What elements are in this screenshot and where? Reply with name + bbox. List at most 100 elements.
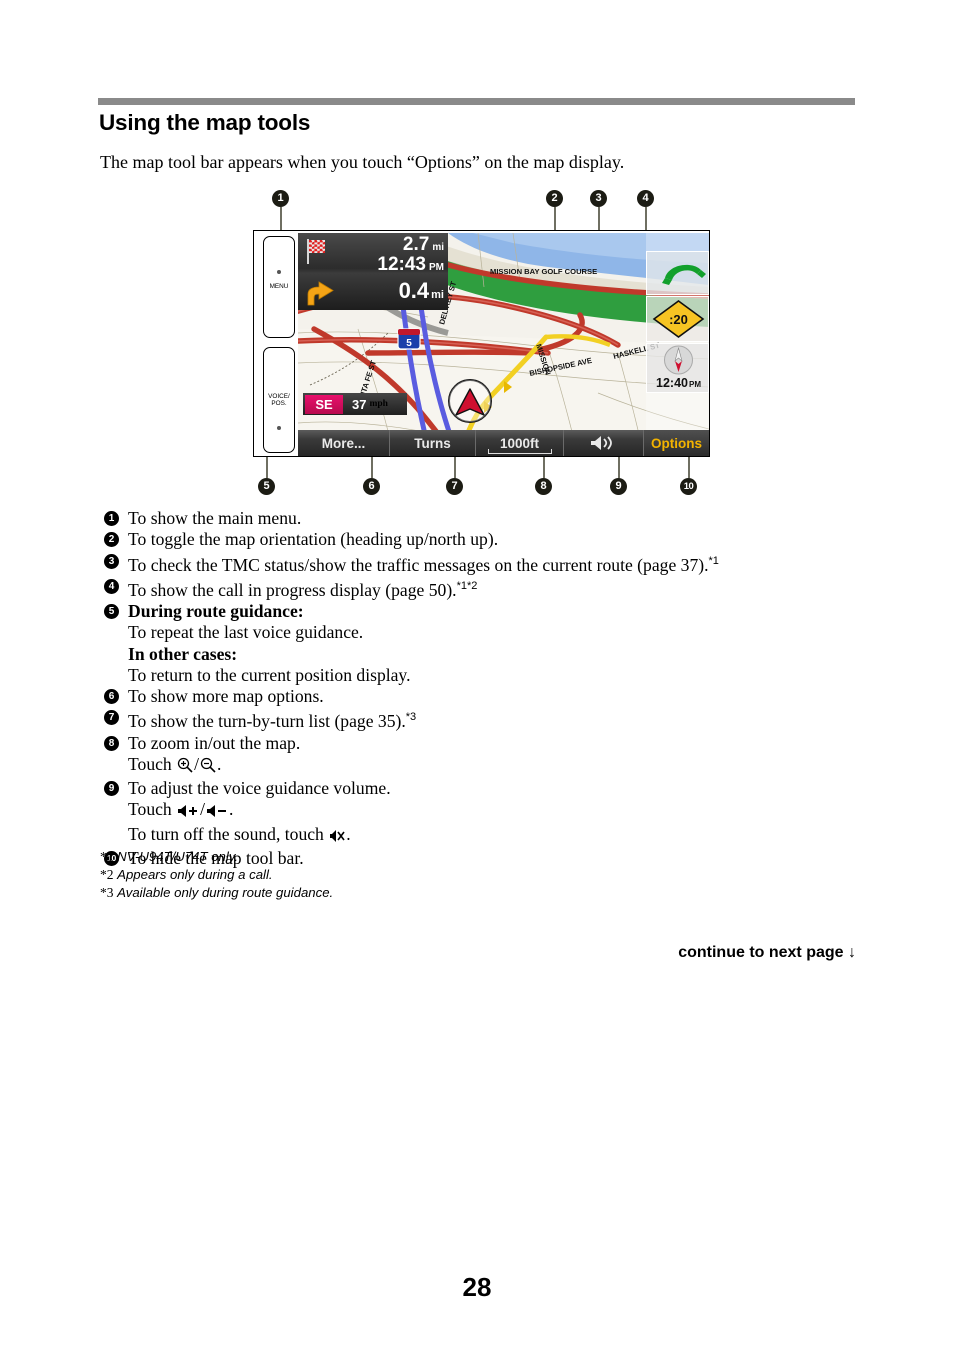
next-turn-distance: 0.4 mi xyxy=(346,278,444,304)
list-item-subheading: In other cases: xyxy=(128,643,238,664)
leader-line-9 xyxy=(618,457,620,478)
leader-line-4 xyxy=(645,207,647,230)
eta-display: 12:43 PM xyxy=(328,254,444,276)
list-bullet-4: 4 xyxy=(104,578,119,594)
destination-distance-unit: mi xyxy=(432,242,444,253)
toolbar-more-button[interactable]: More... xyxy=(298,430,390,456)
callout-2: 2 xyxy=(546,190,563,207)
list-bullet-1: 1 xyxy=(104,511,119,526)
list-item: 5 During route guidance: xyxy=(104,601,864,622)
list-item-text: To toggle the map orientation (heading u… xyxy=(128,529,499,550)
footnote-marker: *2 xyxy=(100,867,114,882)
footnote-1: *1 NV-U94T/U74T only. xyxy=(100,848,700,866)
turn-right-arrow-icon xyxy=(306,281,336,306)
navigation-device: MENU VOICE/ POS. 5 DEL REY ST SANTA FE S… xyxy=(253,230,710,457)
list-item-text: To show the turn-by-turn list (page 35). xyxy=(128,711,406,732)
voice-anchor-dot xyxy=(277,426,281,430)
next-turn-distance-value: 0.4 xyxy=(398,278,430,303)
speaker-icon xyxy=(590,436,612,450)
clock-compass-widget[interactable]: 12:40PM xyxy=(646,343,709,393)
list-item: 2 To toggle the map orientation (heading … xyxy=(104,529,864,550)
compass-icon xyxy=(664,345,693,375)
destination-distance-value: 2.7 xyxy=(402,234,430,255)
list-bullet-5: 5 xyxy=(104,603,119,619)
figure-map-tools: 1 2 3 4 5 6 7 8 9 10 MENU VOICE/ POS. 5 … xyxy=(240,190,710,500)
device-screen[interactable]: 5 5 DEL REY ST SANTA FE ST xyxy=(298,233,709,456)
list-item-text: To show the main menu. xyxy=(128,508,302,528)
list-item-heading: During route guidance: xyxy=(128,600,304,621)
footnote-ref: *1*2 xyxy=(456,579,478,592)
touch-label: Touch xyxy=(128,753,172,774)
mute-period: . xyxy=(346,823,351,844)
zoom-in-icon xyxy=(177,757,193,778)
svg-text:5: 5 xyxy=(406,338,412,349)
clock-ampm: PM xyxy=(688,380,701,389)
map-label-mission-bay-golf-course: MISSION BAY GOLF COURSE xyxy=(490,267,597,276)
hardware-button-voice-label-1: VOICE/ xyxy=(268,392,290,400)
list-item-subline: Touch / . xyxy=(104,754,864,778)
continue-notice: continue to next page ↓ xyxy=(0,944,856,962)
volume-up-icon xyxy=(177,802,199,823)
list-bullet-7: 7 xyxy=(104,710,119,726)
leader-line-1 xyxy=(280,207,282,230)
list-item-text: To adjust the voice guidance volume. xyxy=(128,778,391,799)
destination-row: 2.7 mi 12:43 PM xyxy=(298,233,448,277)
call-in-progress-widget[interactable] xyxy=(646,251,709,295)
destination-distance: 2.7 mi xyxy=(346,234,444,256)
map-tool-bar: More... Turns 1000ft Options xyxy=(298,430,709,456)
leader-line-8 xyxy=(543,457,545,478)
next-turn-distance-unit: mi xyxy=(431,289,444,301)
hardware-button-voice-pos[interactable]: VOICE/ POS. xyxy=(263,347,295,453)
callout-8: 8 xyxy=(535,478,552,495)
menu-anchor-dot xyxy=(277,270,281,274)
footnote-3: *3 Available only during route guidance. xyxy=(100,884,700,902)
list-item: 9 To adjust the voice guidance volume. xyxy=(104,778,864,799)
toolbar-scale-button[interactable]: 1000ft xyxy=(476,430,564,456)
toolbar-turns-button[interactable]: Turns xyxy=(390,430,476,456)
footnote-marker: *3 xyxy=(100,885,114,900)
callout-1: 1 xyxy=(272,190,289,207)
heading-direction: SE xyxy=(305,394,343,414)
hardware-button-voice-label-2: POS. xyxy=(271,400,287,407)
list-bullet-6: 6 xyxy=(104,689,119,705)
touch-separator: / xyxy=(200,799,206,820)
down-arrow-icon: ↓ xyxy=(848,944,856,961)
list-item: 4 To show the call in progress display (p… xyxy=(104,576,864,601)
list-bullet-9: 9 xyxy=(104,781,119,797)
toolbar-options-button[interactable]: Options xyxy=(644,430,709,456)
page-number: 28 xyxy=(462,1272,492,1302)
mute-label: To turn off the sound, touch xyxy=(128,823,324,844)
hardware-button-menu-label: MENU xyxy=(269,283,289,291)
callout-9: 9 xyxy=(610,478,627,495)
toolbar-volume-button[interactable] xyxy=(564,430,644,456)
mute-icon xyxy=(329,827,345,848)
callout-10: 10 xyxy=(680,478,697,495)
continue-label: continue to next page xyxy=(678,944,844,961)
intro-paragraph: The map tool bar appears when you touch … xyxy=(100,152,625,172)
scale-bar-icon xyxy=(488,449,552,454)
list-item-text: To zoom in/out the map. xyxy=(128,732,301,753)
leader-line-5 xyxy=(266,457,268,478)
hardware-button-menu[interactable]: MENU xyxy=(263,236,295,338)
list-item: 7 To show the turn-by-turn list (page 35)… xyxy=(104,707,864,732)
volume-down-icon xyxy=(206,802,228,823)
manual-page: Using the map tools The map tool bar app… xyxy=(0,0,954,1352)
callout-4: 4 xyxy=(637,190,654,207)
callout-7: 7 xyxy=(446,478,463,495)
list-bullet-3: 3 xyxy=(104,553,119,569)
footnote-ref: *3 xyxy=(405,711,417,724)
list-item: 1 To show the main menu. xyxy=(104,508,864,529)
numbered-description-list: 1 To show the main menu. 2 To toggle the m… xyxy=(104,508,864,869)
zoom-out-icon xyxy=(200,757,216,778)
callout-3: 3 xyxy=(590,190,607,207)
traffic-diamond-icon: :20 xyxy=(652,300,705,338)
list-item-subline: To turn off the sound, touch . xyxy=(104,824,864,848)
list-bullet-8: 8 xyxy=(104,735,119,751)
eta-ampm: PM xyxy=(429,262,444,273)
eta-value: 12:43 xyxy=(377,254,426,275)
next-turn-row: 0.4 mi xyxy=(298,278,448,310)
tmc-status-widget[interactable]: :20 xyxy=(646,296,709,342)
leader-line-10 xyxy=(688,457,690,478)
status-badge: SE 37 mph xyxy=(303,393,407,415)
footnote-text: Appears only during a call. xyxy=(117,867,273,882)
